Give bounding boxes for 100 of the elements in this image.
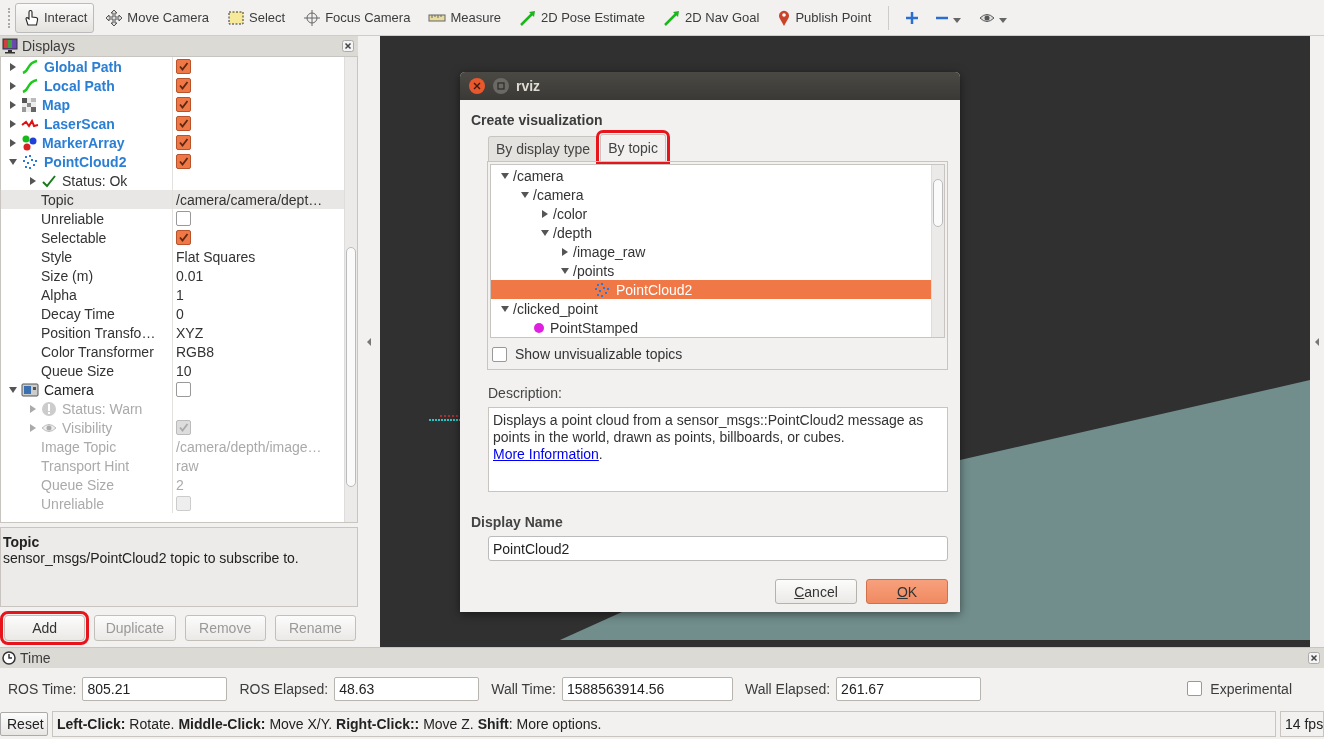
tool-button[interactable]: Focus Camera xyxy=(296,2,418,33)
display-name: LaserScan xyxy=(44,115,115,132)
property-name: Color Transformer xyxy=(41,343,154,360)
property-value: RGB8 xyxy=(176,343,215,360)
help-title: Topic xyxy=(3,534,41,550)
property-name: Image Topic xyxy=(41,438,117,455)
checkbox-label: Experimental xyxy=(1210,680,1292,697)
tree-row[interactable]: Alpha 1 xyxy=(1,285,344,304)
property-name: Queue Size xyxy=(41,476,115,493)
tree-row[interactable]: Unreliable xyxy=(1,209,344,228)
display-name: Global Path xyxy=(44,58,122,75)
selection-rectangle-icon xyxy=(227,8,245,27)
property-name: Alpha xyxy=(41,286,77,303)
display-name: MarkerArray xyxy=(42,134,125,151)
property-value: 0.01 xyxy=(176,267,204,284)
pose-arrow-icon xyxy=(518,8,537,27)
property-name: Style xyxy=(41,248,73,265)
topic-row[interactable]: PointStamped xyxy=(491,318,931,337)
property-value: /camera/camera/dept… xyxy=(176,191,323,208)
tree-row[interactable]: Local Path xyxy=(1,76,344,95)
topic-row[interactable]: /points xyxy=(491,261,931,280)
tree-row[interactable]: PointCloud2 xyxy=(1,152,344,171)
display-name-field[interactable]: PointCloud2 xyxy=(488,536,948,561)
dialog-button[interactable]: OK xyxy=(866,579,948,604)
tab[interactable]: By display type xyxy=(488,136,599,161)
time-field[interactable]: 48.63 xyxy=(334,676,480,701)
checkbox[interactable] xyxy=(176,135,191,150)
property-name: Unreliable xyxy=(41,495,105,512)
checkbox[interactable] xyxy=(176,154,191,169)
property-name: Queue Size xyxy=(41,362,115,379)
clock-icon xyxy=(2,651,16,665)
topic-name: /points xyxy=(573,262,615,279)
dot-icon xyxy=(533,321,545,334)
experimental-checkbox[interactable] xyxy=(1187,681,1203,696)
tree-row[interactable]: Style Flat Squares xyxy=(1,247,344,266)
checkbox[interactable] xyxy=(176,97,191,112)
hand-icon xyxy=(22,8,40,27)
checkbox[interactable] xyxy=(176,382,191,397)
time-field[interactable]: 261.67 xyxy=(836,676,982,701)
topic-row[interactable]: /color xyxy=(491,204,931,223)
tree-row[interactable]: Size (m) 0.01 xyxy=(1,266,344,285)
status-hint: Left-Click: Rotate. Middle-Click: Move X/Y. Right-Click:: Move Z. Shift: More options. xyxy=(52,711,1276,737)
topic-name: /clicked_point xyxy=(513,300,598,317)
tool-button[interactable]: 2D Nav Goal xyxy=(656,2,767,33)
help-text: sensor_msgs/PointCloud2 topic to subscribe to. xyxy=(3,550,300,566)
tree-row[interactable]: Topic /camera/camera/dept… xyxy=(1,190,344,209)
tree-row[interactable]: Color Transformer RGB8 xyxy=(1,342,344,361)
path-curve-icon xyxy=(21,77,39,94)
checkbox[interactable] xyxy=(492,346,507,362)
reset-button[interactable]: Reset xyxy=(0,712,48,736)
topic-name: /camera xyxy=(533,186,584,203)
topic-row[interactable]: /camera xyxy=(491,185,931,204)
topic-name: /camera xyxy=(513,167,564,184)
dotted-cloud-icon xyxy=(21,153,39,170)
more-information-link[interactable]: More Information xyxy=(493,446,599,462)
property-value: XYZ xyxy=(176,324,204,341)
colored-cubes-icon xyxy=(21,134,37,151)
checkbox[interactable] xyxy=(176,59,191,74)
property-name: Topic xyxy=(41,191,74,208)
scrollbar[interactable] xyxy=(931,165,944,337)
topic-name: /color xyxy=(553,205,588,222)
panel-title: Displays xyxy=(22,38,75,54)
tree-row[interactable]: Queue Size 10 xyxy=(1,361,344,380)
tree-row[interactable]: Map xyxy=(1,95,344,114)
dialog-button[interactable]: Cancel xyxy=(775,579,857,604)
collapse-left-icon[interactable] xyxy=(366,336,372,347)
close-icon[interactable] xyxy=(468,77,486,95)
tree-row[interactable]: Decay Time 0 xyxy=(1,304,344,323)
topic-row[interactable]: /clicked_point xyxy=(491,299,931,318)
topic-row[interactable]: /image_raw xyxy=(491,242,931,261)
tree-row[interactable]: Position Transfo… XYZ xyxy=(1,323,344,342)
plus-icon[interactable] xyxy=(905,10,920,25)
collapse-right-icon[interactable] xyxy=(1314,336,1320,347)
tool-button[interactable]: Select xyxy=(220,2,293,33)
close-icon[interactable] xyxy=(1308,652,1320,664)
topic-row[interactable]: /camera xyxy=(491,166,931,185)
tool-button[interactable]: Move Camera xyxy=(98,2,216,33)
tool-button[interactable]: Measure xyxy=(421,2,508,33)
topic-name: PointStamped xyxy=(550,319,638,336)
topic-row[interactable]: /depth xyxy=(491,223,931,242)
checkbox[interactable] xyxy=(176,78,191,93)
tree-row[interactable]: Selectable xyxy=(1,228,344,247)
tree-row[interactable]: MarkerArray xyxy=(1,133,344,152)
tree-row[interactable]: LaserScan xyxy=(1,114,344,133)
scrollbar[interactable] xyxy=(344,57,357,522)
checkbox[interactable] xyxy=(176,116,191,131)
tree-row[interactable]: Camera xyxy=(1,380,344,399)
tool-button[interactable]: Publish Point xyxy=(770,2,879,33)
grid-map-icon xyxy=(21,96,37,113)
tool-button[interactable]: 2D Pose Estimate xyxy=(511,2,652,33)
time-field[interactable]: 805.21 xyxy=(82,676,228,701)
tool-button[interactable]: Interact xyxy=(15,2,95,33)
status-text: Status: Warn xyxy=(62,400,143,417)
close-icon[interactable] xyxy=(342,40,354,52)
checkbox[interactable] xyxy=(176,211,191,226)
time-field[interactable]: 1588563914.56 xyxy=(562,676,733,701)
field-label: Description: xyxy=(488,385,563,401)
property-value: raw xyxy=(176,457,199,474)
tree-row[interactable]: Global Path xyxy=(1,57,344,76)
checkbox[interactable] xyxy=(176,230,191,245)
